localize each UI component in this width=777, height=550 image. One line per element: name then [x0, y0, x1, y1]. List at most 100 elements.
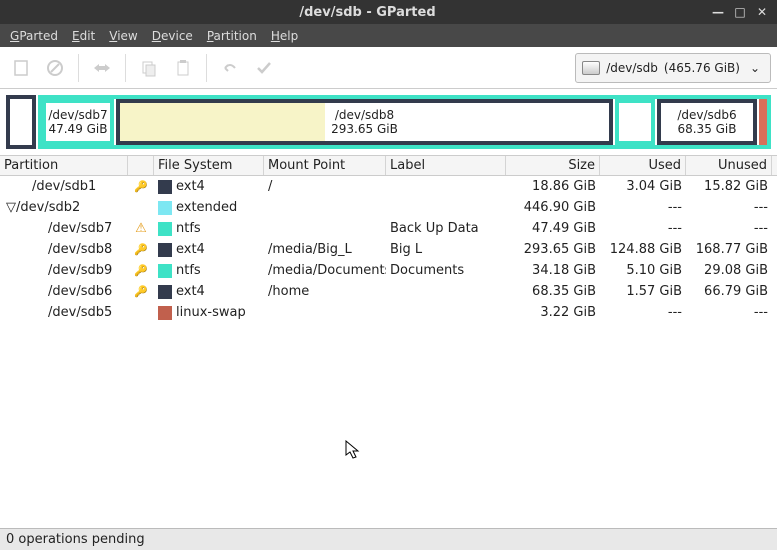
used: 1.57 GiB	[600, 284, 686, 299]
header-label[interactable]: Label	[386, 156, 506, 175]
separator	[78, 54, 79, 82]
header-size[interactable]: Size	[506, 156, 600, 175]
header-used[interactable]: Used	[600, 156, 686, 175]
partition-name: /dev/sdb6	[48, 284, 112, 299]
menu-partition[interactable]: Partition	[207, 29, 257, 43]
mount-point: /home	[264, 284, 386, 299]
fs-name: ext4	[176, 284, 205, 299]
statusbar: 0 operations pending	[0, 528, 777, 550]
fs-swatch	[158, 180, 172, 194]
expand-icon[interactable]: ▽	[6, 200, 16, 215]
fs-name: ext4	[176, 242, 205, 257]
table-row[interactable]: /dev/sdb9🔑ntfs/media/DocumentsDocuments3…	[0, 260, 777, 281]
partition-name: /dev/sdb9	[48, 263, 112, 278]
used: ---	[600, 305, 686, 320]
fs-swatch	[158, 201, 172, 215]
device-selector[interactable]: /dev/sdb (465.76 GiB) ⌄	[575, 53, 771, 83]
disk-map: /dev/sdb7 47.49 GiB /dev/sdb8 293.65 GiB…	[0, 89, 777, 155]
menubar: GParted Edit View Device Partition Help	[0, 24, 777, 47]
menu-view[interactable]: View	[109, 29, 137, 43]
menu-edit[interactable]: Edit	[72, 29, 95, 43]
unused: 29.08 GiB	[686, 263, 772, 278]
partition-name: /dev/sdb8	[335, 108, 394, 122]
used: ---	[600, 221, 686, 236]
maximize-icon[interactable]: □	[733, 5, 747, 19]
key-icon: 🔑	[134, 285, 148, 298]
header-unused[interactable]: Unused	[686, 156, 772, 175]
partition-name: /dev/sdb5	[48, 305, 112, 320]
separator	[206, 54, 207, 82]
label: Documents	[386, 263, 506, 278]
menu-gparted[interactable]: GParted	[10, 29, 58, 43]
header-mount[interactable]: Mount Point	[264, 156, 386, 175]
used: 124.88 GiB	[600, 242, 686, 257]
delete-button[interactable]	[40, 53, 70, 83]
fs-name: ext4	[176, 179, 205, 194]
header-partition[interactable]: Partition	[0, 156, 128, 175]
chevron-down-icon: ⌄	[746, 61, 764, 75]
fs-swatch	[158, 264, 172, 278]
partition-size: 47.49 GiB	[48, 122, 107, 136]
warning-icon: ⚠	[135, 221, 147, 236]
minimize-icon[interactable]: —	[711, 5, 725, 19]
diskmap-partition[interactable]	[759, 99, 767, 145]
fs-swatch	[158, 243, 172, 257]
header-flags[interactable]: Flags	[772, 156, 777, 175]
partition-size: 68.35 GiB	[677, 122, 736, 136]
used: 5.10 GiB	[600, 263, 686, 278]
copy-button[interactable]	[134, 53, 164, 83]
table-row[interactable]: /dev/sdb7⚠ntfsBack Up Data47.49 GiB-----…	[0, 218, 777, 239]
key-icon: 🔑	[134, 180, 148, 193]
size: 446.90 GiB	[506, 200, 600, 215]
size: 34.18 GiB	[506, 263, 600, 278]
diskmap-partition[interactable]: /dev/sdb6 68.35 GiB	[657, 99, 757, 145]
key-icon: 🔑	[134, 243, 148, 256]
diskmap-partition[interactable]: /dev/sdb7 47.49 GiB	[42, 99, 114, 145]
resize-button[interactable]	[87, 53, 117, 83]
size: 3.22 GiB	[506, 305, 600, 320]
header-spacer	[128, 156, 154, 175]
table-row[interactable]: /dev/sdb8🔑ext4/media/Big_LBig L293.65 Gi…	[0, 239, 777, 260]
close-icon[interactable]: ✕	[755, 5, 769, 19]
titlebar: /dev/sdb - GParted — □ ✕	[0, 0, 777, 24]
unused: ---	[686, 221, 772, 236]
menu-device[interactable]: Device	[152, 29, 193, 43]
unused: 15.82 GiB	[686, 179, 772, 194]
separator	[125, 54, 126, 82]
new-button[interactable]	[6, 53, 36, 83]
diskmap-partition[interactable]	[6, 95, 36, 149]
diskmap-partition[interactable]	[615, 99, 655, 145]
window-title: /dev/sdb - GParted	[24, 5, 711, 20]
partition-name: /dev/sdb6	[677, 108, 736, 122]
paste-button[interactable]	[168, 53, 198, 83]
apply-button[interactable]	[249, 53, 279, 83]
partition-table: /dev/sdb1🔑ext4/18.86 GiB3.04 GiB15.82 Gi…	[0, 176, 777, 528]
mount-point: /media/Big_L	[264, 242, 386, 257]
size: 47.49 GiB	[506, 221, 600, 236]
flags: boot	[772, 179, 777, 194]
device-name: /dev/sdb	[606, 61, 658, 75]
fs-swatch	[158, 285, 172, 299]
fs-name: ntfs	[176, 221, 201, 236]
mount-point: /media/Documents	[264, 263, 386, 278]
unused: 168.77 GiB	[686, 242, 772, 257]
header-fs[interactable]: File System	[154, 156, 264, 175]
menu-help[interactable]: Help	[271, 29, 298, 43]
used: 3.04 GiB	[600, 179, 686, 194]
table-row[interactable]: ▽/dev/sdb2extended446.90 GiB------	[0, 197, 777, 218]
table-row[interactable]: /dev/sdb6🔑ext4/home68.35 GiB1.57 GiB66.7…	[0, 281, 777, 302]
unused: ---	[686, 305, 772, 320]
size: 68.35 GiB	[506, 284, 600, 299]
table-row[interactable]: /dev/sdb1🔑ext4/18.86 GiB3.04 GiB15.82 Gi…	[0, 176, 777, 197]
device-size: (465.76 GiB)	[664, 61, 740, 75]
used: ---	[600, 200, 686, 215]
partition-name: /dev/sdb7	[48, 221, 112, 236]
diskmap-partition[interactable]: /dev/sdb8 293.65 GiB	[116, 99, 613, 145]
undo-button[interactable]	[215, 53, 245, 83]
partition-size: 293.65 GiB	[331, 122, 398, 136]
label: Back Up Data	[386, 221, 506, 236]
size: 293.65 GiB	[506, 242, 600, 257]
table-row[interactable]: /dev/sdb5linux-swap3.22 GiB------	[0, 302, 777, 323]
status-text: 0 operations pending	[6, 532, 145, 547]
fs-name: linux-swap	[176, 305, 246, 320]
